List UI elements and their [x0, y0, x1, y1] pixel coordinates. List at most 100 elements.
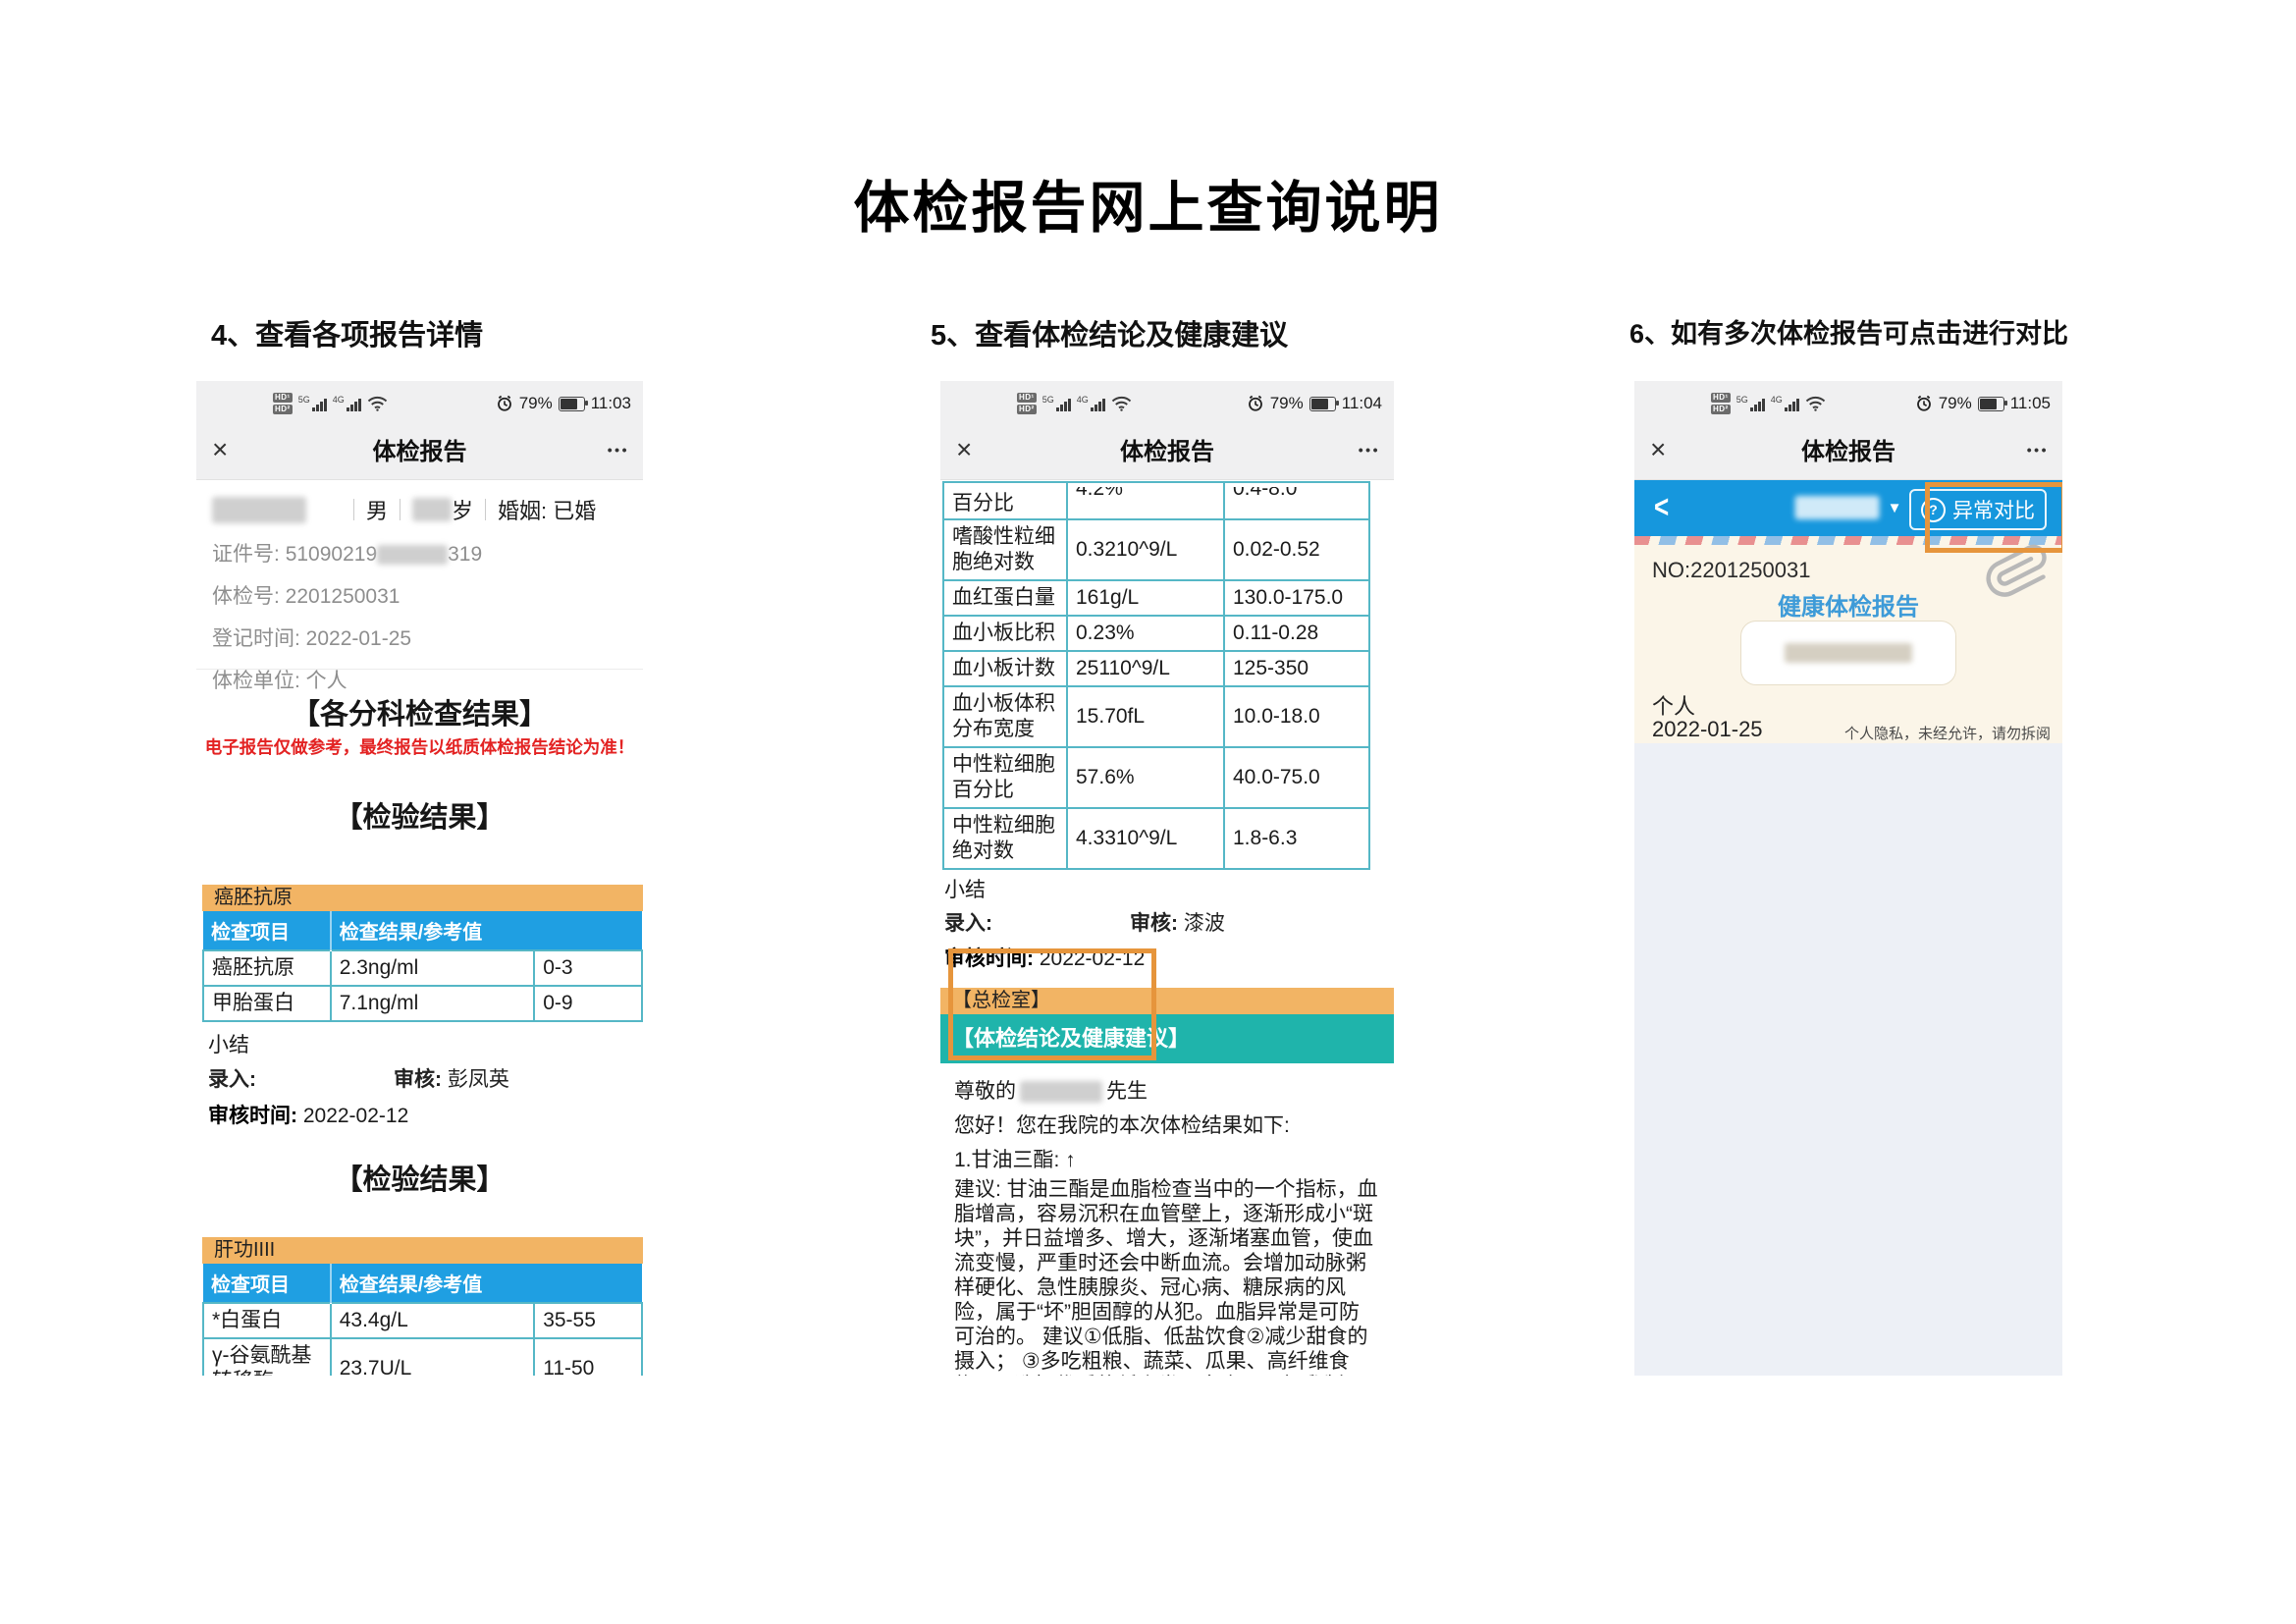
col-item: 检查项目 — [203, 1264, 331, 1303]
table-row: 甲胎蛋白7.1ng/ml0-9 — [203, 986, 642, 1021]
exam-unit-line: 体检单位: 个人 — [196, 665, 643, 694]
advice-paragraph: 建议: 甘油三酯是血脂检查当中的一个指标，血脂增高，容易沉积在血管壁上，逐渐形成… — [954, 1177, 1379, 1376]
signal-5g-icon: 5G — [1042, 396, 1071, 411]
phone-screenshot-compare: HD¹ HD² 5G 4G — [1634, 381, 2062, 1376]
disclaimer-text: 电子报告仅做参考，最终报告以纸质体检报告结论为准！ — [196, 734, 643, 759]
patient-marital: 婚姻: 已婚 — [498, 494, 596, 525]
more-menu-icon[interactable]: ••• — [2027, 426, 2049, 473]
lab-table-cea: 检查项目 检查结果/参考值 癌胚抗原2.3ng/ml0-3 甲胎蛋白7.1ng/… — [202, 911, 643, 1022]
section-heading-5: 5、查看体检结论及健康建议 — [931, 312, 1288, 353]
lab-table-liver: 检查项目 检查结果/参考值 *白蛋白43.4g/L35-55 γ-谷氨酰基转移酶… — [202, 1264, 643, 1376]
table-row: 血小板比积0.23%0.11-0.28 — [943, 616, 1369, 651]
table-row: *白蛋白43.4g/L35-55 — [203, 1303, 642, 1338]
section-title-lab-results-2: 【检验结果】 — [196, 1157, 643, 1198]
battery-percent: 79% — [1270, 394, 1304, 413]
summary-label: 小结 — [196, 1029, 643, 1058]
hd-voice-icon: HD¹ HD² — [1017, 393, 1037, 414]
instruction-document: 体检报告网上查询说明 4、查看各项报告详情 5、查看体检结论及健康建议 6、如有… — [0, 0, 2296, 1624]
reviewer-name: 漆波 — [1184, 912, 1225, 935]
report-number: NO:2201250031 — [1652, 558, 1810, 583]
wifi-icon — [1111, 396, 1132, 411]
table-row: 癌胚抗原2.3ng/ml0-3 — [203, 950, 642, 986]
finding-item: 1.甘油三酯: ↑ — [954, 1144, 1379, 1173]
alarm-icon — [1915, 395, 1933, 412]
status-left-icons: HD¹ HD² 5G 4G — [1017, 393, 1132, 414]
patient-identity-line: 男 岁 婚姻: 已婚 — [196, 494, 643, 525]
patient-gender: 男 — [366, 494, 388, 525]
privacy-note: 个人隐私，未经允许，请勿拆阅 — [1844, 723, 2051, 743]
id-redacted — [377, 545, 448, 565]
close-icon[interactable]: × — [956, 434, 972, 465]
nav-bar: × 体检报告 ••• — [196, 426, 643, 480]
hospital-name-box — [1740, 621, 1956, 685]
col-item: 检查项目 — [203, 911, 331, 950]
nav-title: 体检报告 — [940, 426, 1394, 479]
annotation-box — [948, 948, 1156, 1060]
status-bar: HD¹ HD² 5G 4G — [1634, 381, 2062, 426]
status-left-icons: HD¹ HD² 5G 4G — [273, 393, 388, 414]
table-row: 中性粒细胞百分比57.6%40.0-75.0 — [943, 747, 1369, 808]
patient-name-redacted — [212, 497, 306, 523]
phone-screenshot-report-detail: HD¹ HD² 5G 4G — [196, 381, 643, 1376]
report-name-redacted — [1795, 496, 1880, 519]
nav-title: 体检报告 — [196, 426, 643, 479]
signal-4g-icon: 4G — [333, 396, 361, 411]
battery-percent: 79% — [519, 394, 553, 413]
entry-review-line: 录入: 审核: 漆波 — [940, 907, 1394, 937]
nav-bar: × 体检报告 ••• — [1634, 426, 2062, 480]
battery-percent: 79% — [1939, 394, 1972, 413]
report-list-background — [1634, 743, 2062, 1376]
table-row: 血小板体积分布宽度15.70fL10.0-18.0 — [943, 686, 1369, 747]
status-time: 11:03 — [591, 394, 631, 413]
conclusion-letter: 尊敬的先生 您好！您在我院的本次体检结果如下: 1.甘油三酯: ↑ 建议: 甘油… — [940, 1063, 1394, 1376]
reviewer-name: 彭凤英 — [448, 1068, 509, 1091]
hd-voice-icon: HD¹ HD² — [1711, 393, 1731, 414]
report-envelope-card[interactable]: NO:2201250031 健康体检报告 个人 2022-01-25 个人隐私，… — [1634, 536, 2062, 743]
nav-bar: × 体检报告 ••• — [940, 426, 1394, 480]
section-title-lab-results: 【检验结果】 — [196, 794, 643, 836]
status-right-icons: 79% 11:05 — [1915, 394, 2051, 413]
alarm-icon — [496, 395, 513, 412]
report-selector-dropdown[interactable]: ▼ — [1795, 496, 1902, 519]
table-row: 中性粒细胞绝对数4.3310^9/L1.8-6.3 — [943, 808, 1369, 869]
entry-review-line: 录入: 审核: 彭凤英 — [196, 1063, 643, 1093]
status-time: 11:04 — [1342, 394, 1382, 413]
table-row: 血小板计数25110^9/L125-350 — [943, 651, 1369, 686]
close-icon[interactable]: × — [1650, 434, 1666, 465]
salutation-line: 尊敬的先生 — [954, 1075, 1379, 1105]
col-result: 检查结果/参考值 — [331, 911, 642, 950]
group-band-liver: 肝功IIII — [202, 1237, 643, 1264]
battery-icon — [1978, 397, 2004, 411]
table-row: γ-谷氨酰基转移酶23.7U/L11-50 — [203, 1338, 642, 1376]
age-unit: 岁 — [452, 494, 473, 525]
phone-screenshot-conclusion: HD¹ HD² 5G 4G — [940, 381, 1394, 1376]
close-icon[interactable]: × — [212, 434, 228, 465]
status-bar: HD¹ HD² 5G 4G — [940, 381, 1394, 426]
hd2-badge: HD² — [273, 405, 293, 414]
battery-icon — [559, 397, 585, 411]
more-menu-icon[interactable]: ••• — [1359, 426, 1380, 473]
wifi-icon — [367, 396, 388, 411]
alarm-icon — [1247, 395, 1264, 412]
report-date: 2022-01-25 — [1652, 717, 1763, 742]
hospital-name-redacted — [1785, 643, 1912, 663]
table-row: 血红蛋白量161g/L130.0-175.0 — [943, 580, 1369, 616]
lab-table-blood: 百分比 4.2% 0.4-8.0 嗜酸性粒细胞绝对数0.3210^9/L0.02… — [942, 481, 1370, 870]
review-time-line: 审核时间: 2022-02-12 — [196, 1100, 643, 1129]
more-menu-icon[interactable]: ••• — [608, 426, 629, 473]
signal-4g-icon: 4G — [1077, 396, 1105, 411]
section-heading-4: 4、查看各项报告详情 — [211, 312, 483, 353]
status-right-icons: 79% 11:03 — [496, 394, 631, 413]
patient-age-redacted — [412, 498, 452, 521]
signal-5g-icon: 5G — [298, 396, 327, 411]
table-row: 嗜酸性粒细胞绝对数0.3210^9/L0.02-0.52 — [943, 519, 1369, 580]
status-left-icons: HD¹ HD² 5G 4G — [1711, 393, 1826, 414]
back-icon[interactable]: < — [1654, 488, 1669, 526]
section-heading-6: 6、如有多次体检报告可点击进行对比 — [1629, 312, 2068, 351]
greeting-line: 您好！您在我院的本次体检结果如下: — [954, 1110, 1379, 1139]
annotation-box — [1925, 482, 2062, 553]
signal-5g-icon: 5G — [1736, 396, 1765, 411]
battery-icon — [1309, 397, 1336, 411]
hd-voice-icon: HD¹ HD² — [273, 393, 293, 414]
page-title: 体检报告网上查询说明 — [0, 163, 2296, 244]
